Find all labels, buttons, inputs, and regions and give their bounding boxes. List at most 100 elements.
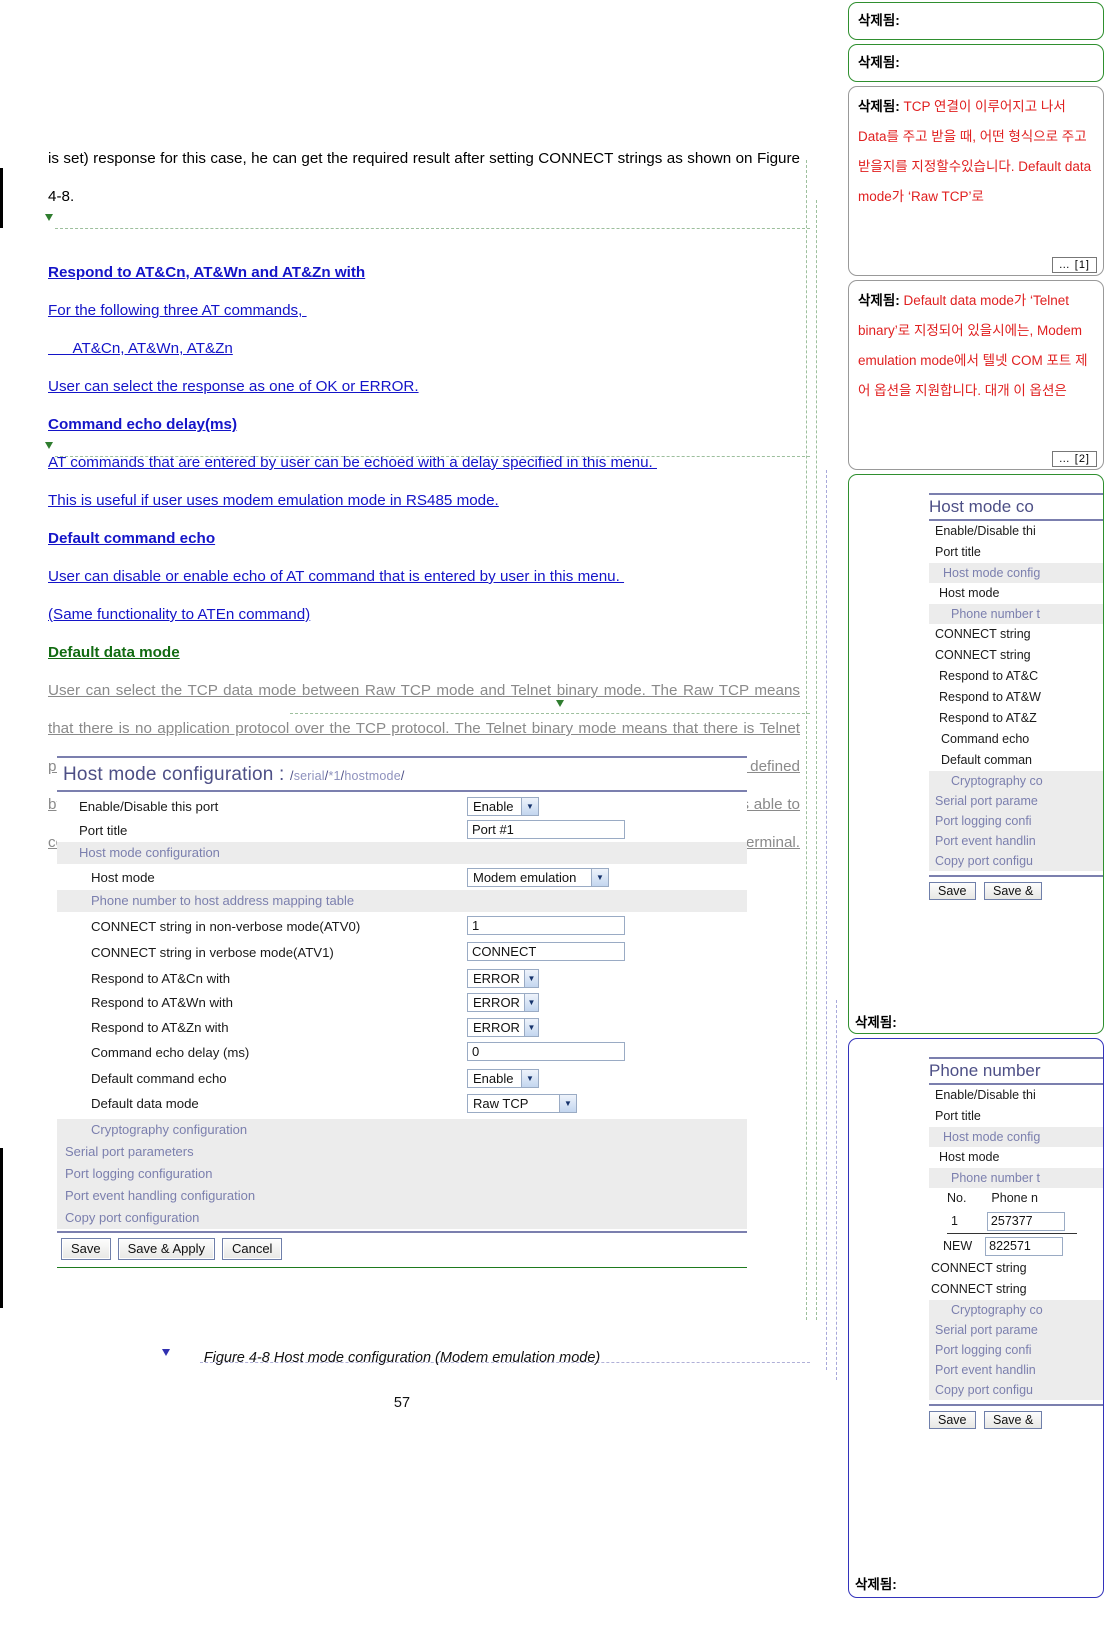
chevron-down-icon[interactable]: ▼ xyxy=(523,1018,538,1036)
page-number: 57 xyxy=(393,1395,411,1411)
leader-line xyxy=(806,160,807,1320)
comment-anchor-3 xyxy=(556,700,564,707)
mini-section-row[interactable]: Port event handlin xyxy=(929,831,1103,851)
select-value: Raw TCP xyxy=(473,1096,529,1111)
table-cell-no: 1 xyxy=(951,1214,958,1228)
comment-text: Default data mode가 ‘Telnet binary’로 지정되어… xyxy=(858,293,1088,398)
section-line: For the following three AT commands, xyxy=(48,302,307,319)
mini-table-row-new: NEW 822571 xyxy=(929,1234,1103,1258)
mini-button-rule xyxy=(929,1404,1103,1406)
row-label: Default data mode xyxy=(91,1096,199,1112)
mini-section-row[interactable]: Cryptography co xyxy=(929,1300,1103,1320)
section-port-logging-configuration[interactable]: Port logging configuration xyxy=(57,1162,747,1185)
figure-caption: Figure 4-8 Host mode configuration (Mode… xyxy=(203,1350,601,1366)
chevron-down-icon[interactable]: ▼ xyxy=(521,798,538,815)
panel-title-rule xyxy=(57,790,747,792)
mini-table-header: No. Phone n xyxy=(929,1188,1103,1209)
section-phone-number-mapping-table[interactable]: Phone number to host address mapping tab… xyxy=(57,889,747,912)
mini-section-row[interactable]: Phone number t xyxy=(929,1168,1103,1188)
mini-button-rule xyxy=(929,875,1103,877)
comment-balloon-host-mode-screenshot[interactable]: Host mode co Enable/Disable thi Port tit… xyxy=(848,474,1104,1034)
respond-atwn-select[interactable]: ERROR ▼ xyxy=(467,993,539,1012)
mini-section-row[interactable]: Copy port configu xyxy=(929,1380,1103,1400)
change-bar-top xyxy=(0,168,3,228)
comment-balloon-4[interactable]: 삭제됨: Default data mode가 ‘Telnet binary’로… xyxy=(848,280,1104,470)
panel-title: Host mode configuration : /serial/*1/hos… xyxy=(57,758,747,790)
chevron-down-icon[interactable]: ▼ xyxy=(559,1095,576,1112)
default-command-echo-select[interactable]: Enable ▼ xyxy=(467,1068,539,1088)
comment-balloon-3[interactable]: 삭제됨: TCP 연결이 이루어지고 나서 Data를 주고 받을 때, 어떤 … xyxy=(848,86,1104,276)
port-title-input[interactable]: Port #1 xyxy=(467,819,625,839)
comment-balloon-1[interactable]: 삭제됨: xyxy=(848,2,1104,40)
chevron-down-icon[interactable]: ▼ xyxy=(523,969,538,987)
row-label: Respond to AT&Cn with xyxy=(91,970,231,986)
section-heading-respond: Respond to AT&Cn, AT&Wn and AT&Zn with xyxy=(48,264,366,281)
mini-panel-title: Host mode co xyxy=(929,497,1034,516)
comment-more-button[interactable]: … [2] xyxy=(1051,451,1097,467)
leader-line xyxy=(836,1000,837,1380)
default-data-mode-select[interactable]: Raw TCP ▼ xyxy=(467,1094,577,1113)
mini-section-row[interactable]: Port logging confi xyxy=(929,1340,1103,1360)
mini-row: CONNECT string xyxy=(935,627,1031,641)
button-rule xyxy=(57,1230,747,1233)
mini-button-bar: Save Save & xyxy=(929,1411,1103,1429)
mini-host-mode-panel: Host mode co Enable/Disable thi Port tit… xyxy=(849,475,1103,900)
mini-save-and-apply-button[interactable]: Save & xyxy=(983,1411,1043,1429)
section-port-event-handling-configuration[interactable]: Port event handling configuration xyxy=(57,1184,747,1207)
phone-number-input-1[interactable]: 257377 xyxy=(986,1212,1065,1232)
form-row-default-command-echo: Default command echo Enable ▼ xyxy=(57,1067,747,1091)
mini-table-row: 1 257377 xyxy=(929,1209,1103,1233)
form-row-connect-string-atv0: CONNECT string in non-verbose mode(ATV0)… xyxy=(57,915,747,939)
respond-atzn-select[interactable]: ERROR ▼ xyxy=(467,1017,539,1037)
mini-section-row[interactable]: Port event handlin xyxy=(929,1360,1103,1380)
mini-section-row[interactable]: Host mode config xyxy=(929,563,1103,583)
host-mode-select[interactable]: Modem emulation ▼ xyxy=(467,868,609,887)
cancel-button[interactable]: Cancel xyxy=(221,1237,283,1260)
connect-string-atv1-input[interactable]: CONNECT xyxy=(467,942,625,961)
chevron-down-icon[interactable]: ▼ xyxy=(521,1069,538,1087)
section-copy-port-configuration[interactable]: Copy port configuration xyxy=(57,1206,747,1229)
mini-row: Enable/Disable thi xyxy=(935,524,1036,538)
section-line: AT commands that are entered by user can… xyxy=(48,454,657,471)
mini-section-row[interactable]: Cryptography co xyxy=(929,771,1103,791)
select-value: Modem emulation xyxy=(473,870,577,885)
save-button[interactable]: Save xyxy=(61,1237,111,1260)
row-label: Host mode xyxy=(91,870,155,886)
comment-balloon-2[interactable]: 삭제됨: xyxy=(848,44,1104,82)
save-and-apply-button[interactable]: Save & Apply xyxy=(117,1237,215,1260)
mini-section-row[interactable]: Copy port configu xyxy=(929,851,1103,871)
comment-more-button[interactable]: … [1] xyxy=(1051,257,1097,273)
mini-section-row[interactable]: Port logging confi xyxy=(929,811,1103,831)
section-heading-default-data-mode: Default data mode xyxy=(48,644,180,661)
mini-row: Respond to AT&W xyxy=(939,690,1041,704)
chevron-down-icon[interactable]: ▼ xyxy=(523,994,538,1011)
section-heading-echo-delay: Command echo delay(ms) xyxy=(48,416,238,433)
section-cryptography-configuration[interactable]: Cryptography configuration xyxy=(57,1118,747,1141)
mini-section-row[interactable]: Serial port parame xyxy=(929,1320,1103,1340)
form-row-default-data-mode: Default data mode Raw TCP ▼ xyxy=(57,1092,747,1116)
mini-row: Port title xyxy=(935,1109,981,1123)
respond-atcn-select[interactable]: ERROR ▼ xyxy=(467,968,539,988)
inline-deleted-label-2: 삭제됨: xyxy=(855,1577,897,1592)
chevron-down-icon[interactable]: ▼ xyxy=(591,869,608,886)
figure-host-mode-configuration: Host mode configuration : /serial/*1/hos… xyxy=(57,756,747,1268)
section-heading-default-command-echo: Default command echo xyxy=(48,530,216,547)
section-serial-port-parameters[interactable]: Serial port parameters xyxy=(57,1140,747,1163)
command-echo-delay-input[interactable]: 0 xyxy=(467,1042,625,1061)
phone-number-input-new[interactable]: 822571 xyxy=(985,1237,1064,1257)
enable-disable-port-select[interactable]: Enable ▼ xyxy=(467,797,539,816)
mini-section-row[interactable]: Host mode config xyxy=(929,1127,1103,1147)
section-line: User can select the response as one of O… xyxy=(48,378,419,395)
intro-paragraph: is set) response for this case, he can g… xyxy=(48,150,800,205)
mini-section-row[interactable]: Serial port parame xyxy=(929,791,1103,811)
mini-save-button[interactable]: Save xyxy=(929,1411,976,1429)
mini-section-row[interactable]: Phone number t xyxy=(929,604,1103,624)
comment-balloon-phone-number-screenshot[interactable]: Phone number Enable/Disable thi Port tit… xyxy=(848,1038,1104,1598)
mini-save-button[interactable]: Save xyxy=(929,882,976,900)
deleted-tag: 삭제됨: xyxy=(858,99,900,114)
figure-underline xyxy=(57,1266,747,1268)
form-row-respond-atwn: Respond to AT&Wn with ERROR ▼ xyxy=(57,991,747,1015)
connect-string-atv0-input[interactable]: 1 xyxy=(467,915,625,935)
section-host-mode-configuration[interactable]: Host mode configuration xyxy=(57,842,747,864)
mini-save-and-apply-button[interactable]: Save & xyxy=(983,882,1043,900)
